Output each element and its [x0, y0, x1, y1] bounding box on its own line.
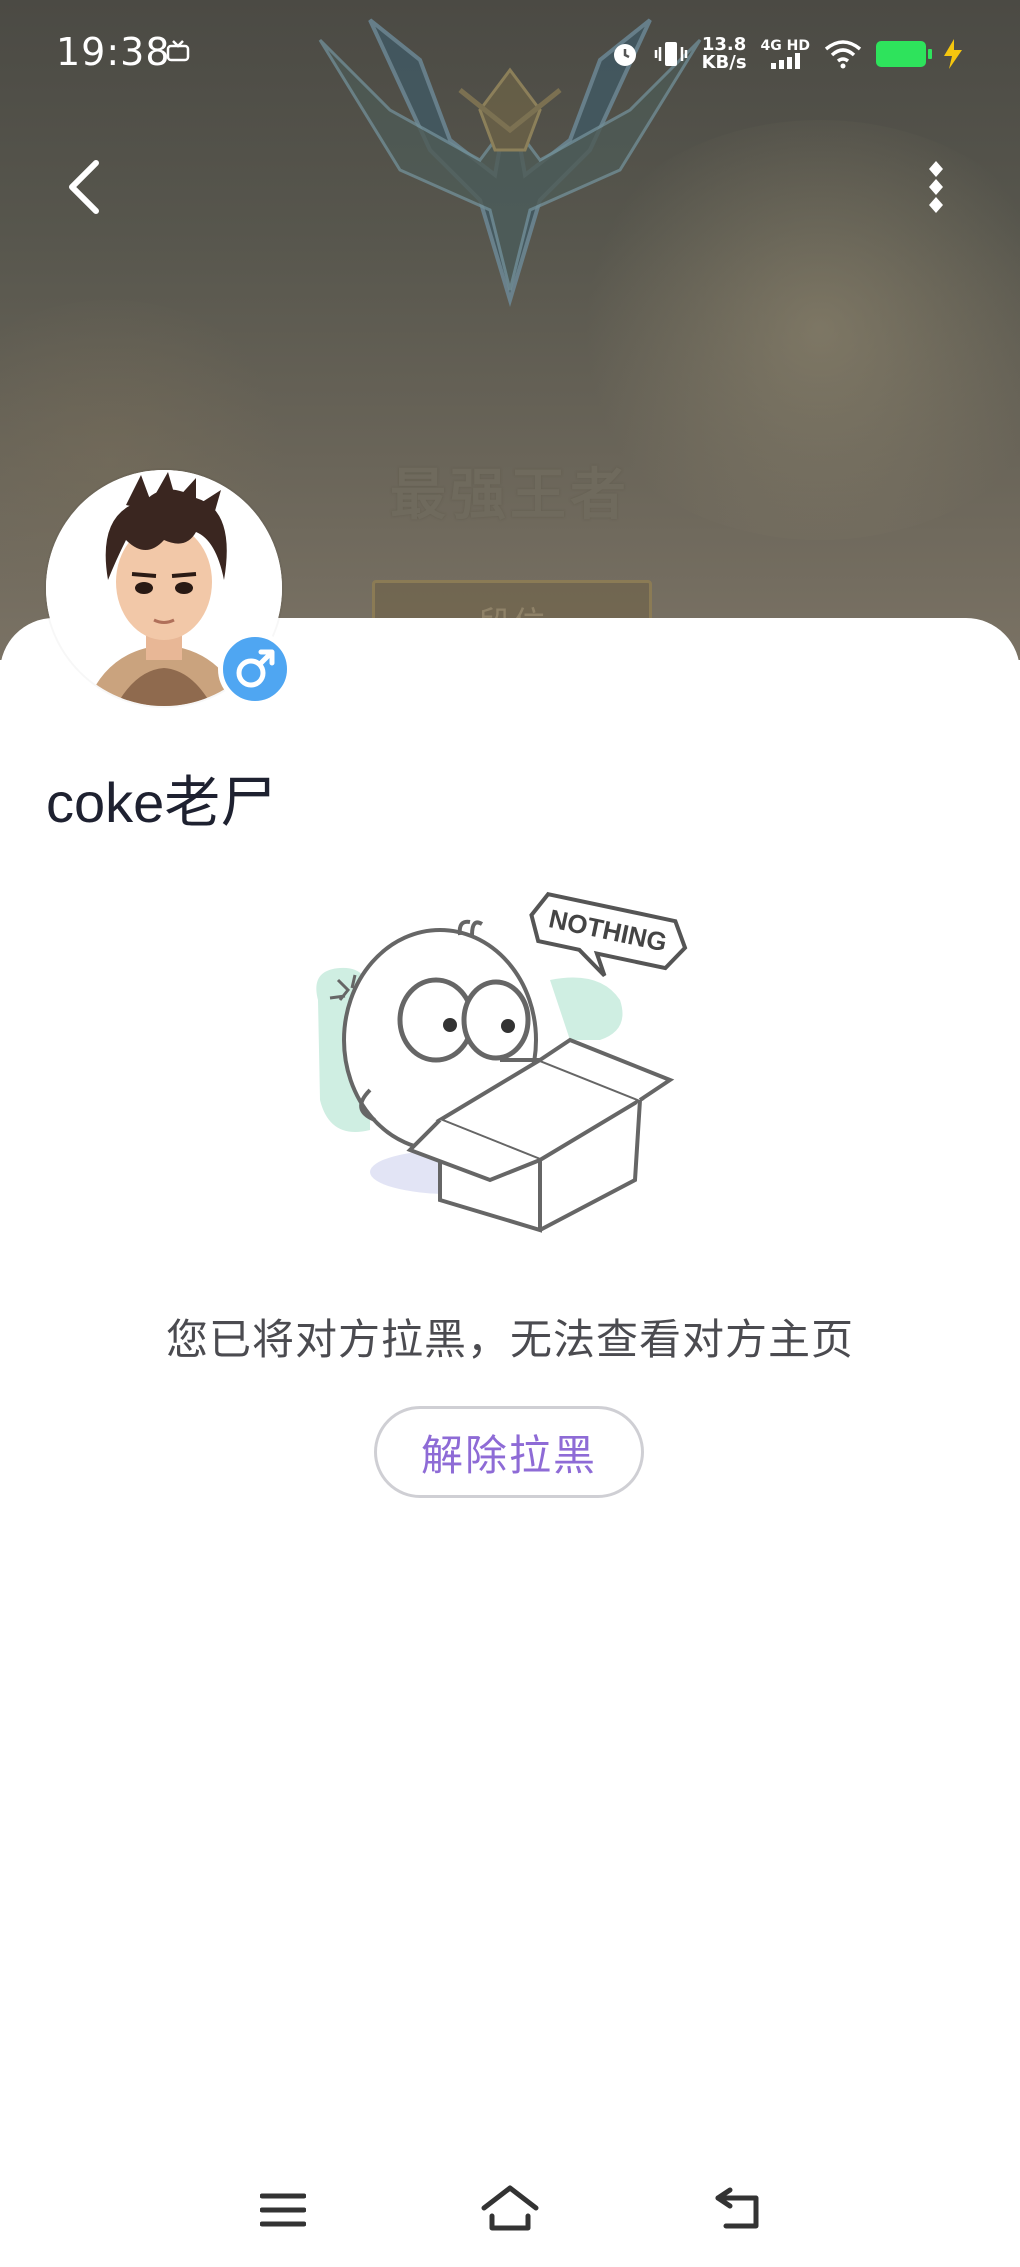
menu-icon[interactable] [260, 2190, 306, 2230]
charging-icon [944, 39, 962, 69]
network-type: 4G HD [760, 38, 810, 54]
return-icon[interactable] [712, 2186, 762, 2232]
status-icons: 13.8 KB/s 4G HD [610, 34, 966, 74]
system-nav-bar [0, 2170, 1020, 2250]
more-vertical-icon[interactable] [912, 155, 960, 219]
blocked-message: 您已将对方拉黑，无法查看对方主页 [165, 1315, 854, 1364]
alarm-icon [613, 44, 636, 66]
username: coke老尸 [46, 771, 277, 834]
network-speed-unit: KB/s [701, 52, 747, 73]
back-arrow-icon[interactable] [58, 155, 114, 219]
status-time: 19:38 [56, 30, 171, 74]
vibrate-icon [654, 42, 687, 66]
cellular-signal: 4G HD [761, 39, 810, 69]
tv-icon [166, 40, 190, 62]
unblock-button[interactable]: 解除拉黑 [374, 1406, 644, 1498]
status-bar: 19:38 13.8 KB/s 4G HD [0, 0, 1020, 110]
male-symbol [236, 649, 275, 688]
network-speed: 13.8 KB/s [702, 36, 747, 72]
battery-icon [876, 41, 932, 67]
male-icon [218, 632, 292, 706]
home-icon[interactable] [480, 2184, 540, 2234]
nothing-box-illustration: NOTHING [316, 891, 688, 1233]
wifi-icon [824, 40, 862, 69]
signal-icon [771, 53, 801, 69]
